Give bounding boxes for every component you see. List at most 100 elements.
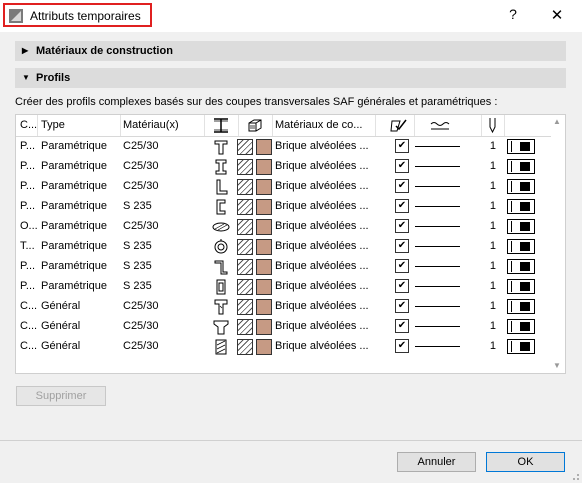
fill-color-swatch[interactable]	[256, 239, 272, 255]
row-pen[interactable]: 1	[488, 200, 496, 212]
line-type-icon[interactable]	[430, 119, 450, 131]
table-row[interactable]: O... Paramétrique C25/30 Brique alvéolée…	[16, 217, 551, 237]
line-type-sample[interactable]	[415, 206, 460, 207]
row-pen[interactable]: 1	[488, 160, 496, 172]
row-pen[interactable]: 1	[488, 180, 496, 192]
fill-type-swatch[interactable]	[507, 179, 535, 194]
fill-type-swatch[interactable]	[507, 319, 535, 334]
row-pen[interactable]: 1	[488, 340, 496, 352]
pen-icon[interactable]	[488, 117, 497, 134]
line-type-sample[interactable]	[415, 246, 460, 247]
fill-type-swatch[interactable]	[507, 159, 535, 174]
row-pen[interactable]: 1	[488, 140, 496, 152]
header-material[interactable]: Matériau(x)	[123, 119, 179, 131]
fill-color-swatch[interactable]	[256, 219, 272, 235]
building-material-icon[interactable]	[247, 118, 263, 133]
fill-color-swatch[interactable]	[256, 199, 272, 215]
override-checkbox[interactable]: ✔	[395, 299, 409, 313]
line-type-sample[interactable]	[415, 286, 460, 287]
line-type-sample[interactable]	[415, 186, 460, 187]
hatch-pattern-swatch[interactable]	[237, 319, 253, 335]
table-scrollbar[interactable]: ▲ ▼	[551, 115, 565, 373]
ok-button[interactable]: OK	[486, 452, 565, 472]
hatch-pattern-swatch[interactable]	[237, 259, 253, 275]
hatch-pattern-swatch[interactable]	[237, 239, 253, 255]
hatch-pattern-swatch[interactable]	[237, 139, 253, 155]
fill-type-swatch[interactable]	[507, 239, 535, 254]
hatch-pattern-swatch[interactable]	[237, 219, 253, 235]
hatch-pattern-swatch[interactable]	[237, 179, 253, 195]
table-row[interactable]: C... Général C25/30 Brique alvéolées ...…	[16, 297, 551, 317]
line-type-sample[interactable]	[415, 146, 460, 147]
close-button[interactable]: ✕	[549, 6, 565, 24]
fill-type-swatch[interactable]	[507, 279, 535, 294]
header-building-materials[interactable]: Matériaux de co...	[275, 119, 362, 131]
row-pen[interactable]: 1	[488, 280, 496, 292]
line-type-sample[interactable]	[415, 226, 460, 227]
override-checkbox[interactable]: ✔	[395, 139, 409, 153]
override-checkbox[interactable]: ✔	[395, 239, 409, 253]
row-material: C25/30	[123, 220, 159, 232]
section-building-materials[interactable]: ▶ Matériaux de construction	[15, 41, 566, 61]
delete-button[interactable]: Supprimer	[16, 386, 106, 406]
table-row[interactable]: P... Paramétrique S 235 Brique alvéolées…	[16, 197, 551, 217]
fill-type-swatch[interactable]	[507, 199, 535, 214]
row-material: C25/30	[123, 300, 159, 312]
fill-type-swatch[interactable]	[507, 299, 535, 314]
line-type-sample[interactable]	[415, 346, 460, 347]
header-type[interactable]: Type	[41, 119, 65, 131]
override-checkbox[interactable]: ✔	[395, 319, 409, 333]
cancel-button[interactable]: Annuler	[397, 452, 476, 472]
row-pen[interactable]: 1	[488, 260, 496, 272]
section-profiles[interactable]: ▼ Profils	[15, 68, 566, 88]
hatch-pattern-swatch[interactable]	[237, 159, 253, 175]
fill-color-swatch[interactable]	[256, 259, 272, 275]
fill-color-swatch[interactable]	[256, 179, 272, 195]
hatch-pattern-swatch[interactable]	[237, 339, 253, 355]
line-type-sample[interactable]	[415, 166, 460, 167]
hatch-pattern-swatch[interactable]	[237, 199, 253, 215]
hatch-pattern-swatch[interactable]	[237, 299, 253, 315]
fill-color-swatch[interactable]	[256, 139, 272, 155]
fill-type-swatch[interactable]	[507, 259, 535, 274]
hatch-pattern-swatch[interactable]	[237, 279, 253, 295]
row-pen[interactable]: 1	[488, 240, 496, 252]
table-row[interactable]: P... Paramétrique C25/30 Brique alvéolée…	[16, 157, 551, 177]
override-checkbox[interactable]: ✔	[395, 199, 409, 213]
table-row[interactable]: T... Paramétrique S 235 Brique alvéolées…	[16, 237, 551, 257]
line-type-sample[interactable]	[415, 326, 460, 327]
row-pen[interactable]: 1	[488, 220, 496, 232]
fill-color-swatch[interactable]	[256, 319, 272, 335]
fill-color-swatch[interactable]	[256, 279, 272, 295]
override-checkbox[interactable]: ✔	[395, 259, 409, 273]
fill-type-swatch[interactable]	[507, 219, 535, 234]
table-row[interactable]: P... Paramétrique C25/30 Brique alvéolée…	[16, 177, 551, 197]
table-row[interactable]: P... Paramétrique S 235 Brique alvéolées…	[16, 257, 551, 277]
override-checkbox[interactable]: ✔	[395, 179, 409, 193]
line-type-sample[interactable]	[415, 266, 460, 267]
fill-type-swatch[interactable]	[507, 339, 535, 354]
fill-color-swatch[interactable]	[256, 299, 272, 315]
override-checkbox[interactable]: ✔	[395, 339, 409, 353]
override-checkbox[interactable]: ✔	[395, 159, 409, 173]
help-button[interactable]: ?	[506, 6, 520, 24]
header-name[interactable]: C...	[20, 119, 37, 131]
row-pen[interactable]: 1	[488, 320, 496, 332]
fill-type-swatch[interactable]	[507, 139, 535, 154]
table-row[interactable]: C... Général C25/30 Brique alvéolées ...…	[16, 337, 551, 357]
surface-override-icon[interactable]	[390, 118, 408, 133]
scroll-down-icon[interactable]: ▼	[553, 361, 561, 370]
i-beam-icon[interactable]	[213, 118, 229, 133]
table-row[interactable]: C... Général C25/30 Brique alvéolées ...…	[16, 317, 551, 337]
resize-grip-icon[interactable]	[570, 471, 580, 481]
fill-color-swatch[interactable]	[256, 339, 272, 355]
fill-color-swatch[interactable]	[256, 159, 272, 175]
profiles-table[interactable]: C... Type Matériau(x) Matériaux de co...	[15, 114, 566, 374]
override-checkbox[interactable]: ✔	[395, 279, 409, 293]
row-pen[interactable]: 1	[488, 300, 496, 312]
line-type-sample[interactable]	[415, 306, 460, 307]
table-row[interactable]: P... Paramétrique S 235 Brique alvéolées…	[16, 277, 551, 297]
override-checkbox[interactable]: ✔	[395, 219, 409, 233]
scroll-up-icon[interactable]: ▲	[553, 117, 561, 126]
table-row[interactable]: P... Paramétrique C25/30 Brique alvéolée…	[16, 137, 551, 157]
